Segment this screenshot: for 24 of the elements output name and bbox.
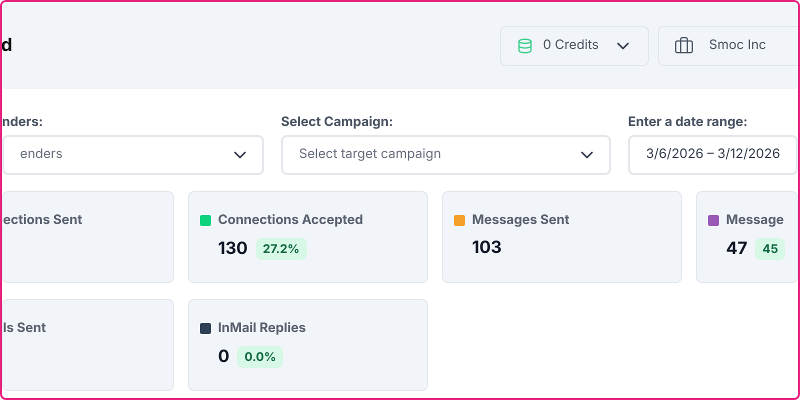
date-range-field[interactable]: 3/6/2026 – 3/12/2026 <box>628 135 798 175</box>
stat-title: Messages Sent <box>472 212 570 228</box>
stat-value: 103 <box>472 238 502 258</box>
rate-badge: 0.0% <box>237 346 284 368</box>
field-label: nders: <box>2 114 44 130</box>
select-field[interactable]: Select target campaign <box>281 135 611 175</box>
credits-button[interactable]: 0 Credits <box>500 26 649 66</box>
field-label: Select Campaign: <box>281 114 394 130</box>
stat-title: Connections Accepted <box>218 212 364 228</box>
company-button[interactable]: Smoc Inc <box>658 26 798 66</box>
briefcase-icon <box>674 36 694 56</box>
select-field[interactable]: enders <box>2 135 264 175</box>
rate-badge: 45 <box>755 238 786 260</box>
field-label: Enter a date range: <box>628 114 749 130</box>
rate-badge: 27.2% <box>256 238 307 260</box>
stat-title: ls Sent <box>3 320 46 336</box>
stat-title: Message <box>726 212 784 228</box>
stat-value: 47 <box>726 239 748 259</box>
stat-value: 130 <box>218 239 248 259</box>
database-icon <box>517 38 533 54</box>
stat-title: ections Sent <box>3 212 82 228</box>
stat-value: 0 <box>218 347 230 367</box>
stat-title: InMail Replies <box>218 320 306 336</box>
page-title: d <box>2 34 12 58</box>
